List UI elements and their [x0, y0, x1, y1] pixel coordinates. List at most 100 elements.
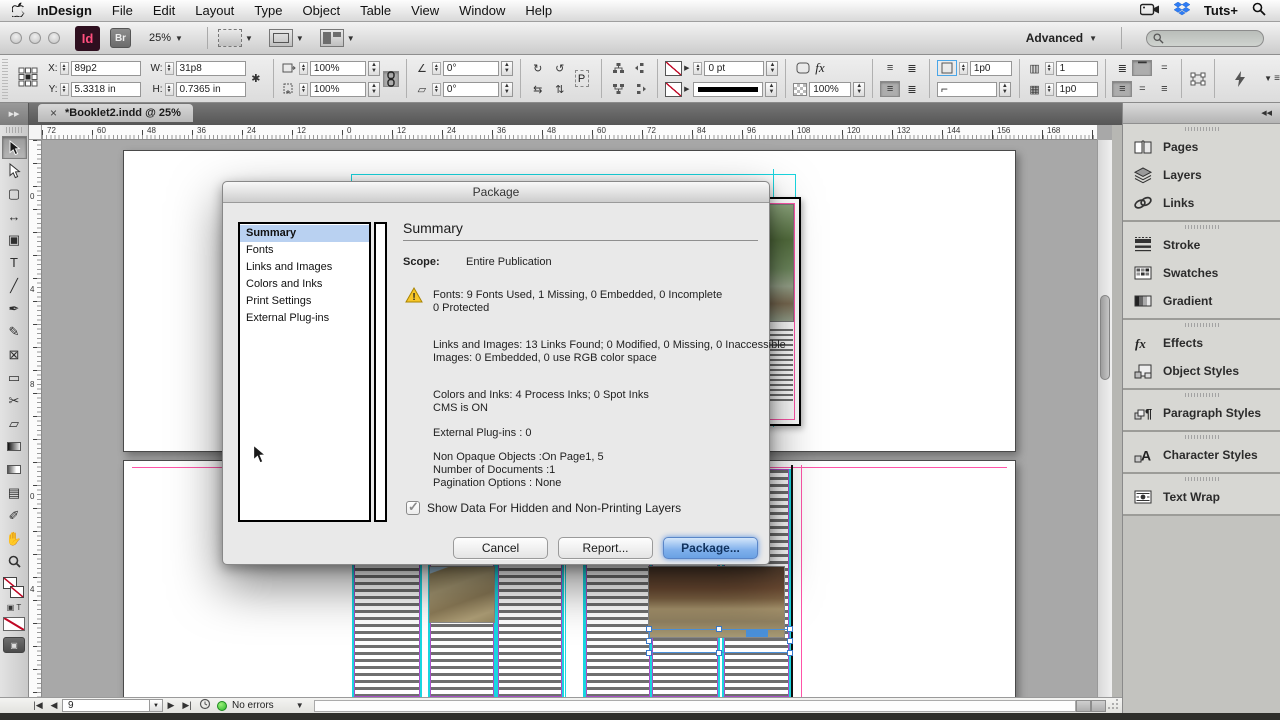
selection-handle[interactable] [646, 626, 652, 632]
rotate-ccw-icon[interactable]: ↺ [550, 60, 570, 76]
screen-mode-control[interactable]: ▼ [268, 29, 304, 47]
gradient-feather-tool[interactable] [2, 458, 27, 481]
vertical-justify-justify-icon[interactable]: ≡ [1154, 81, 1174, 97]
align-top-icon[interactable]: ≣ [1112, 60, 1132, 76]
shear-menu[interactable]: ▲ ▼ [500, 81, 513, 97]
rotation-stepper[interactable]: ▲ ▼ [431, 61, 441, 75]
formatting-affects-toggle[interactable]: ▣ T [7, 603, 22, 612]
gap-tool[interactable]: ↔ [2, 205, 27, 228]
chevron-down-icon[interactable]: ▼ [296, 701, 304, 710]
dock-item-text-wrap[interactable]: Text Wrap [1123, 483, 1280, 511]
dialog-section-links-and-images[interactable]: Links and Images [240, 259, 369, 276]
workspace-switcher[interactable]: Advanced ▼ [1026, 31, 1097, 45]
scroll-left-button[interactable] [1076, 699, 1091, 712]
chevron-right-icon[interactable]: ▶ [684, 85, 689, 93]
rotation-field[interactable]: 0° [442, 60, 499, 76]
columns-stepper[interactable]: ▲ ▼ [1044, 61, 1054, 75]
chevron-right-icon[interactable]: ▶ [684, 64, 689, 72]
panel-gripper[interactable] [1123, 124, 1280, 133]
selection-handle[interactable] [787, 650, 793, 656]
apply-none-button[interactable] [3, 617, 25, 631]
x-position-field[interactable]: 89p2 [70, 60, 141, 76]
preflight-menu-icon[interactable] [199, 698, 213, 713]
next-page-button[interactable]: ▶ [163, 700, 179, 711]
first-page-button[interactable]: |◀ [30, 700, 46, 711]
window-zoom-button[interactable] [48, 32, 60, 44]
page-number-field[interactable]: 9 [62, 699, 150, 712]
menu-help[interactable]: Help [515, 3, 562, 18]
view-options-control[interactable]: ▼ [217, 29, 253, 47]
panel-gripper[interactable] [1123, 390, 1280, 399]
rotation-menu[interactable]: ▲ ▼ [500, 60, 513, 76]
gutter-field[interactable]: 1p0 [1055, 81, 1098, 97]
menu-table[interactable]: Table [350, 3, 401, 18]
ruler-origin-corner[interactable] [29, 125, 42, 140]
vertical-scrollbar[interactable] [1097, 140, 1112, 697]
checkbox-icon[interactable]: ✓ [406, 499, 420, 515]
panel-gripper[interactable] [1123, 432, 1280, 441]
constrain-proportions-icon[interactable]: ✱ [250, 71, 263, 86]
show-data-checkbox-row[interactable]: ✓ Show Data For Hidden and Non-Printing … [406, 499, 681, 515]
scale-x-field[interactable]: 100% [309, 60, 366, 76]
selection-handle[interactable] [716, 650, 722, 656]
panel-gripper[interactable] [1123, 474, 1280, 483]
toolbar-collapse-header[interactable]: ▶▶ [0, 103, 29, 125]
pencil-tool[interactable]: ✎ [2, 320, 27, 343]
shear-stepper[interactable]: ▲ ▼ [431, 82, 441, 96]
fill-swatch-none[interactable] [665, 81, 683, 97]
opacity-menu[interactable]: ▲ ▼ [853, 81, 866, 97]
vertical-justify-top-icon[interactable]: ▔ [1132, 60, 1153, 76]
flip-horizontal-icon[interactable]: ⇆ [528, 81, 548, 97]
columns-field[interactable]: 1 [1055, 60, 1098, 76]
selection-handle[interactable] [787, 638, 793, 644]
window-resize-grip[interactable] [1106, 698, 1122, 713]
wrap-off-icon[interactable]: ≡ [880, 60, 900, 76]
last-page-button[interactable]: ▶| [179, 700, 195, 711]
bridge-button[interactable]: Br [110, 28, 131, 48]
select-next-object-icon[interactable] [630, 81, 650, 97]
note-tool[interactable]: ▤ [2, 481, 27, 504]
select-content-icon[interactable] [608, 81, 628, 97]
dialog-section-fonts[interactable]: Fonts [240, 242, 369, 259]
scale-x-menu[interactable]: ▲ ▼ [367, 60, 380, 76]
eyedropper-tool[interactable]: ✐ [2, 504, 27, 527]
dialog-title[interactable]: Package [223, 182, 769, 203]
dock-item-effects[interactable]: fx Effects [1123, 329, 1280, 357]
dock-item-character-styles[interactable]: A Character Styles [1123, 441, 1280, 469]
dock-item-object-styles[interactable]: Object Styles [1123, 357, 1280, 385]
tuts-menu-label[interactable]: Tuts+ [1204, 3, 1238, 18]
menu-indesign[interactable]: InDesign [27, 3, 102, 18]
vertical-ruler[interactable]: 0 4 8 0 4 [29, 140, 42, 697]
search-input[interactable] [1146, 29, 1264, 47]
pen-tool[interactable]: ✒ [2, 297, 27, 320]
free-transform-tool[interactable]: ▱ [2, 412, 27, 435]
scale-y-field[interactable]: 100% [309, 81, 366, 97]
rotate-cw-icon[interactable]: ↻ [528, 60, 548, 76]
panel-gripper[interactable] [1123, 222, 1280, 231]
scrollbar-thumb[interactable] [1100, 295, 1110, 380]
previous-page-button[interactable]: ◀ [46, 700, 62, 711]
menu-view[interactable]: View [401, 3, 449, 18]
link-scale-icon[interactable] [382, 70, 400, 87]
dock-item-paragraph-styles[interactable]: ¶ Paragraph Styles [1123, 399, 1280, 427]
opacity-field[interactable]: 100% [809, 81, 852, 97]
vertical-justify-center-icon[interactable]: = [1154, 60, 1174, 76]
menu-window[interactable]: Window [449, 3, 515, 18]
effects-fx-label[interactable]: fx [815, 60, 824, 76]
flip-vertical-icon[interactable]: ⇅ [550, 81, 570, 97]
scale-y-menu[interactable]: ▲ ▼ [367, 81, 380, 97]
zoom-tool[interactable] [2, 550, 27, 573]
corner-shape-menu[interactable]: ▲ ▼ [998, 81, 1011, 97]
page-menu-button[interactable]: ▼ [150, 699, 163, 712]
dock-item-gradient[interactable]: Gradient [1123, 287, 1280, 315]
package-button[interactable]: Package... [663, 537, 758, 559]
horizontal-ruler[interactable]: 72 60 48 36 24 12 0 12 24 36 48 60 72 84 96 108 120 132 14… [42, 125, 1097, 140]
vertical-justify-bottom-icon[interactable]: = [1132, 81, 1152, 97]
y-stepper[interactable]: ▲ ▼ [59, 82, 69, 96]
selection-handle[interactable] [646, 638, 652, 644]
wrap-shape-icon[interactable]: ≡ [880, 81, 901, 97]
window-minimize-button[interactable] [29, 32, 41, 44]
corner-radius-field[interactable]: 1p0 [969, 60, 1012, 76]
selection-tool[interactable] [1, 136, 27, 159]
rectangle-tool[interactable]: ▭ [2, 366, 27, 389]
